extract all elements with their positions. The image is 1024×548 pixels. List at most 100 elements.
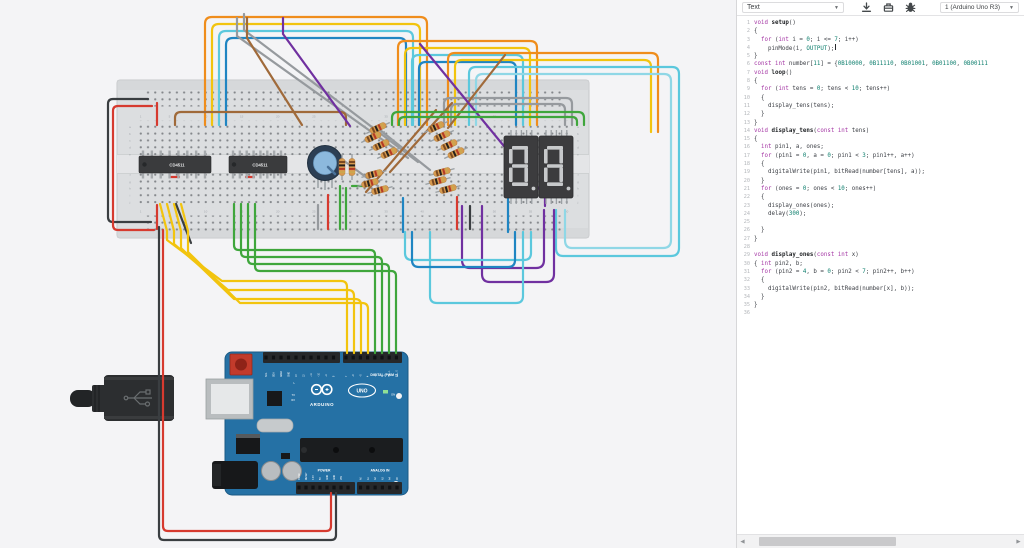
segment: [512, 182, 528, 186]
code-line-34: 34 }: [743, 293, 765, 300]
svg-text:RX←0: RX←0: [396, 370, 398, 377]
code-line-29: 29 void display_ones(const int x): [743, 252, 859, 259]
board-selector-dropdown[interactable]: 1 (Arduino Uno R3) ▼: [939, 2, 1019, 13]
svg-text:VIN: VIN: [341, 476, 343, 480]
svg-text:RESET: RESET: [306, 472, 308, 480]
capacitor: [261, 461, 281, 481]
code-line-3: 3 for (int i = 0; i <= 7; i++): [746, 36, 859, 43]
on-label: ON: [391, 393, 395, 397]
svg-text:3.3V: 3.3V: [313, 475, 315, 480]
breadboard-bottom-rail-holes[interactable]: [143, 215, 563, 231]
code-line-12: 12 }: [743, 111, 765, 118]
svg-text:50: 50: [493, 210, 497, 214]
svg-text:25: 25: [312, 115, 316, 119]
code-toolbar: Text ▼ 1 (Arduino Uno R3) ▼: [737, 0, 1024, 16]
atmega-chip[interactable]: [300, 438, 403, 462]
seven-segment-display-1[interactable]: [503, 130, 539, 204]
uno-label: UNO: [356, 389, 367, 395]
download-icon[interactable]: [861, 2, 872, 13]
horizontal-scrollbar[interactable]: ◀ ▶: [737, 534, 1024, 548]
svg-text:30: 30: [348, 210, 352, 214]
code-line-20: 20 }: [743, 177, 765, 184]
svg-text:GND: GND: [327, 475, 329, 480]
svg-text:SCL: SCL: [266, 372, 268, 377]
code-line-6: 6 const int number[11] = {0B10000, 0B1111…: [746, 61, 988, 68]
circuit-canvas[interactable]: a a b b c c d d e e f f g g h h i i j j 1 1 5 5 10 10 15 15 20 20 25 25…: [0, 0, 737, 548]
board-selector-label: 1 (Arduino Uno R3): [944, 4, 1001, 11]
code-line-7: 7 void loop(): [746, 69, 793, 76]
svg-text:GND: GND: [334, 475, 336, 480]
svg-text:35: 35: [384, 115, 388, 119]
chip-notch: [142, 162, 147, 167]
code-line-19: 19 digitalWrite(pin1, bitRead(number[ten…: [743, 169, 926, 176]
code-line-9: 9 for (int tens = 0; tens < 10; tens++): [746, 86, 891, 93]
chip-label: CD4511: [252, 163, 268, 168]
svg-text:35: 35: [384, 210, 388, 214]
segment: [509, 167, 513, 182]
code-line-30: 30{ int pin2, b;: [743, 260, 803, 267]
chevron-down-icon: ▼: [834, 4, 839, 11]
text-cursor: [835, 43, 837, 50]
code-mode-label: Text: [747, 4, 760, 11]
code-line-21: 21 for (ones = 0; ones < 10; ones++): [743, 185, 877, 192]
segment: [512, 164, 528, 168]
code-line-1: 1 void setup(): [746, 20, 796, 26]
segment: [524, 167, 528, 182]
svg-text:20: 20: [276, 210, 280, 214]
toolbox-icon[interactable]: [883, 2, 894, 13]
reset-button-cap[interactable]: [235, 358, 247, 371]
analog-header[interactable]: [357, 482, 402, 494]
scroll-right-arrow[interactable]: ▶: [1013, 539, 1024, 545]
rx-label: RX: [291, 398, 295, 402]
segment: [524, 149, 528, 164]
segment: [559, 167, 563, 182]
svg-text:TX→1: TX→1: [389, 370, 391, 377]
segment: [547, 164, 563, 168]
scroll-left-arrow[interactable]: ◀: [737, 539, 748, 545]
code-line-31: 31 for (pin2 = 4, b = 0; pin2 < 7; pin2+…: [743, 268, 915, 275]
segment: [559, 149, 563, 164]
code-line-5: 5}: [746, 53, 758, 60]
code-line-18: 18 {: [743, 161, 765, 168]
scrollbar-track[interactable]: [748, 535, 1013, 548]
arduino-uno[interactable]: DIGITAL (PWM ~) ARDUINO UNO L TX RX ON P…: [205, 351, 409, 496]
code-line-11: 11 display_tens(tens);: [743, 102, 835, 109]
tinkercad-circuits-app: a a b b c c d d e e f f g g h h i i j j 1 1 5 5 10 10 15 15 20 20 25 25…: [0, 0, 1024, 548]
atmega-notch: [301, 447, 307, 453]
chip-notch: [231, 162, 237, 167]
code-line-4: 4 pinMode(i, OUTPUT);: [746, 43, 837, 52]
code-line-8: 8{: [746, 78, 758, 85]
seven-segment-display-2[interactable]: [538, 130, 574, 204]
segment: [547, 182, 563, 186]
code-line-26: 26 }: [743, 227, 765, 234]
svg-text:40: 40: [421, 210, 425, 214]
debug-bug-icon[interactable]: [905, 2, 916, 13]
svg-text:20: 20: [276, 115, 280, 119]
usb-socket-face: [211, 384, 249, 414]
code-editor[interactable]: 1 void setup() 2{3 for (int i = 0; i <= 7;…: [737, 16, 1024, 534]
arduino-brand: ARDUINO: [310, 402, 334, 407]
barrel-jack-face: [212, 464, 221, 486]
svg-text:10: 10: [204, 210, 208, 214]
code-line-25: 25: [743, 219, 750, 226]
code-line-23: 23 display_ones(ones);: [743, 202, 835, 209]
svg-text:SDA: SDA: [273, 372, 276, 377]
code-line-32: 32 {: [743, 277, 765, 284]
crystal-oscillator: [256, 418, 294, 433]
breadboard-top-edge: [117, 80, 589, 90]
usb-interface-chip: [267, 391, 282, 406]
code-line-14: 14 void display_tens(const int tens): [743, 127, 870, 134]
code-line-15: 15{: [743, 136, 758, 143]
on-led: [383, 390, 388, 394]
chevron-down-icon: ▼: [1009, 4, 1014, 11]
svg-text:5V: 5V: [320, 477, 322, 480]
code-mode-dropdown[interactable]: Text ▼: [742, 2, 844, 13]
code-line-10: 10 {: [743, 94, 765, 101]
code-line-28: 28: [743, 244, 750, 251]
code-panel: Text ▼ 1 (Arduino Uno R3) ▼ 1 void setup…: [737, 0, 1024, 548]
segment: [544, 167, 548, 182]
scrollbar-thumb[interactable]: [758, 537, 897, 546]
code-line-36: 36: [743, 310, 750, 317]
chip-label: CD4511: [169, 163, 185, 168]
tx-label: TX: [292, 393, 296, 397]
